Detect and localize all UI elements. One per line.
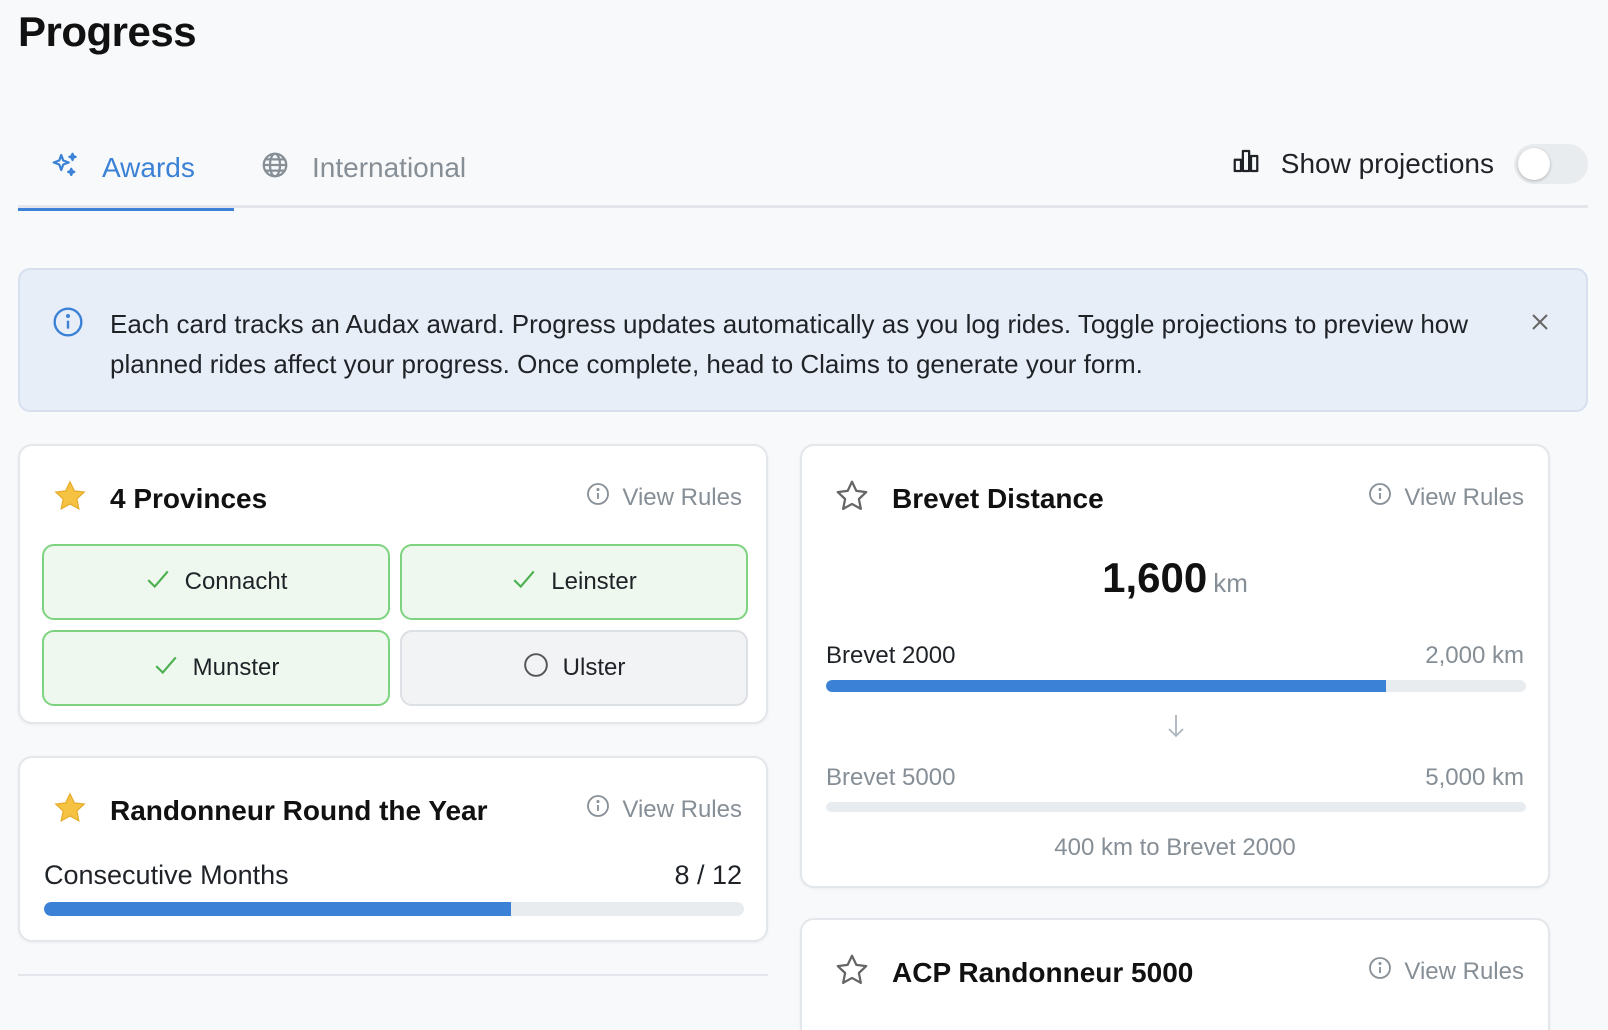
tier-target: 2,000 km xyxy=(1425,642,1524,669)
tier-progress-fill xyxy=(826,680,1386,692)
view-rules-label: View Rules xyxy=(622,483,742,511)
sparkles-icon xyxy=(50,150,102,187)
check-icon xyxy=(153,652,193,685)
tier-name: Brevet 5000 xyxy=(826,764,956,791)
page-title: Progress xyxy=(18,8,197,55)
distance-value: 1,600 xyxy=(1102,554,1208,601)
province-grid: Connacht Leinster Munster Ulster xyxy=(42,544,748,706)
province-connacht: Connacht xyxy=(42,544,390,620)
section-divider xyxy=(18,974,768,976)
view-rules-link[interactable]: View Rules xyxy=(586,794,742,825)
province-leinster: Leinster xyxy=(400,544,748,620)
province-label: Munster xyxy=(192,654,280,681)
card-title: 4 Provinces xyxy=(110,482,268,514)
province-label: Connacht xyxy=(184,568,288,595)
projections-label: Show projections xyxy=(1280,148,1494,179)
card-title: Randonneur Round the Year xyxy=(110,794,488,826)
projections-toggle[interactable] xyxy=(1514,144,1588,184)
card-header: 4 Provinces xyxy=(52,478,267,519)
card-header: Randonneur Round the Year xyxy=(52,790,488,831)
tier-name: Brevet 2000 xyxy=(826,642,956,669)
alert-text: Each card tracks an Audax award. Progres… xyxy=(110,309,1469,379)
star-outline-icon xyxy=(834,952,870,993)
distance-total: 1,600 km xyxy=(802,554,1548,602)
card-title: Brevet Distance xyxy=(892,482,1104,514)
province-ulster: Ulster xyxy=(400,630,748,706)
info-icon xyxy=(586,794,622,825)
remaining-distance: 400 km to Brevet 2000 xyxy=(1054,834,1296,861)
arrow-down-icon xyxy=(1164,712,1188,745)
card-four-provinces: 4 Provinces View Rules Connacht Leinster… xyxy=(18,444,768,724)
tab-awards[interactable]: Awards xyxy=(18,128,234,211)
bar-chart-icon xyxy=(1231,146,1281,183)
card-randonneur-round-the-year: Randonneur Round the Year View Rules Con… xyxy=(18,756,768,942)
tier-progress-bar xyxy=(826,680,1526,692)
distance-unit: km xyxy=(1213,568,1248,598)
star-outline-icon xyxy=(834,478,870,519)
card-acp-randonneur-5000: ACP Randonneur 5000 View Rules xyxy=(800,918,1550,1030)
close-icon[interactable] xyxy=(1528,310,1552,339)
info-icon xyxy=(1368,482,1404,513)
card-brevet-distance: Brevet Distance View Rules 1,600 km Breve… xyxy=(800,444,1550,888)
globe-icon xyxy=(260,150,312,187)
card-title: ACP Randonneur 5000 xyxy=(892,956,1194,988)
view-rules-label: View Rules xyxy=(622,795,742,823)
check-icon xyxy=(511,566,551,599)
view-rules-link[interactable]: View Rules xyxy=(586,482,742,513)
info-icon xyxy=(586,482,622,513)
tier-target: 5,000 km xyxy=(1425,764,1524,791)
consecutive-months-label: Consecutive Months xyxy=(44,860,289,890)
card-header: Brevet Distance xyxy=(834,478,1104,519)
card-header: ACP Randonneur 5000 xyxy=(834,952,1193,993)
check-icon xyxy=(145,566,185,599)
star-filled-icon xyxy=(52,790,88,831)
projections-control: Show projections xyxy=(1231,128,1588,200)
province-munster: Munster xyxy=(42,630,390,706)
view-rules-label: View Rules xyxy=(1404,483,1524,511)
months-progress-fill xyxy=(44,902,511,916)
months-progress-bar xyxy=(44,902,744,916)
tab-awards-label: Awards xyxy=(102,152,195,183)
circle-icon xyxy=(523,652,563,685)
star-filled-icon xyxy=(52,478,88,519)
tab-international[interactable]: International xyxy=(260,128,466,208)
toggle-knob xyxy=(1518,148,1550,180)
view-rules-link[interactable]: View Rules xyxy=(1368,482,1524,513)
province-label: Leinster xyxy=(551,568,637,595)
province-label: Ulster xyxy=(562,654,626,681)
info-icon xyxy=(1368,956,1404,987)
view-rules-label: View Rules xyxy=(1404,957,1524,985)
info-icon xyxy=(52,306,84,343)
tab-international-label: International xyxy=(312,152,467,183)
tab-bar: Awards International Show projections xyxy=(18,128,1588,211)
view-rules-link[interactable]: View Rules xyxy=(1368,956,1524,987)
tier-progress-bar xyxy=(826,802,1526,812)
consecutive-months-count: 8 / 12 xyxy=(674,860,742,890)
info-alert: Each card tracks an Audax award. Progres… xyxy=(18,268,1588,412)
